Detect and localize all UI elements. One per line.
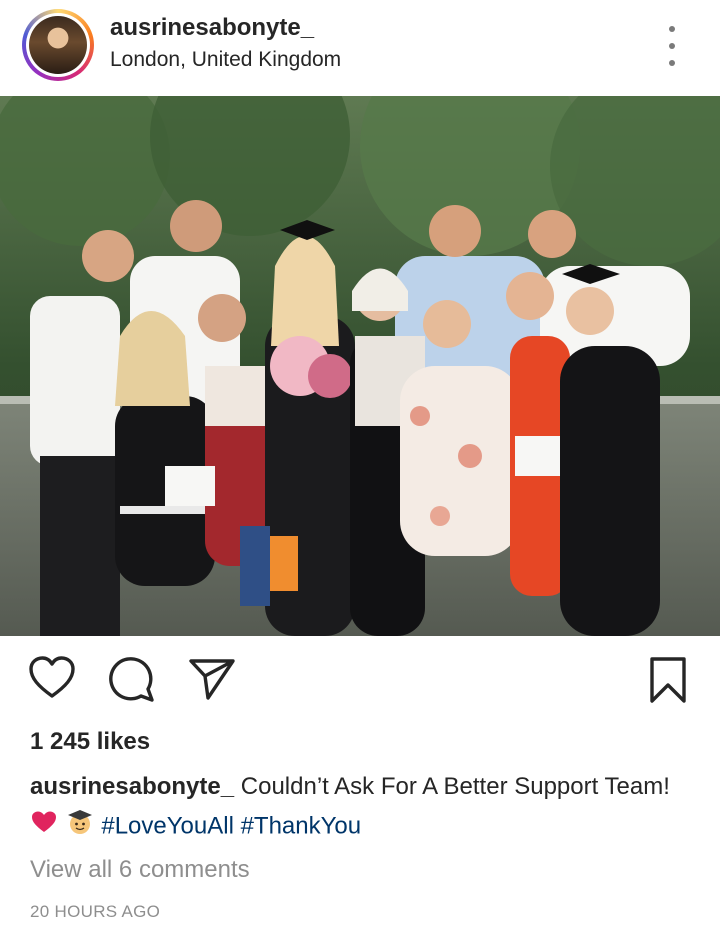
dot xyxy=(669,43,675,49)
avatar[interactable] xyxy=(22,9,94,81)
post-photo[interactable] xyxy=(0,96,720,636)
post-photo-image xyxy=(0,96,720,636)
post-actions xyxy=(0,646,720,716)
avatar-frame xyxy=(26,13,90,77)
graduate-emoji-icon xyxy=(65,806,95,848)
post-header: ausrinesabonyte_ London, United Kingdom xyxy=(0,0,720,96)
avatar-image xyxy=(29,16,87,74)
likes-count[interactable]: 1 245 likes xyxy=(30,728,150,756)
red-heart-icon xyxy=(30,808,58,846)
caption-username[interactable]: ausrinesabonyte_ xyxy=(30,773,234,800)
paper-plane-icon[interactable] xyxy=(188,656,236,707)
dot xyxy=(669,26,675,32)
view-comments-link[interactable]: View all 6 comments xyxy=(30,856,250,884)
heart-icon[interactable] xyxy=(28,656,76,705)
post-timestamp: 20 HOURS AGO xyxy=(30,902,161,921)
more-vertical-icon[interactable] xyxy=(662,26,682,66)
hashtag-link[interactable]: #LoveYouAll xyxy=(101,812,234,839)
post-location[interactable]: London, United Kingdom xyxy=(110,48,341,72)
post-caption: ausrinesabonyte_ Couldn’t Ask For A Bett… xyxy=(30,768,690,848)
dot xyxy=(669,60,675,66)
comment-bubble-icon[interactable] xyxy=(108,656,156,707)
caption-text: Couldn’t Ask For A Better Support Team! xyxy=(234,773,670,800)
post-username[interactable]: ausrinesabonyte_ xyxy=(110,14,314,42)
hashtag-link[interactable]: #ThankYou xyxy=(241,812,362,839)
bookmark-icon[interactable] xyxy=(648,656,688,709)
